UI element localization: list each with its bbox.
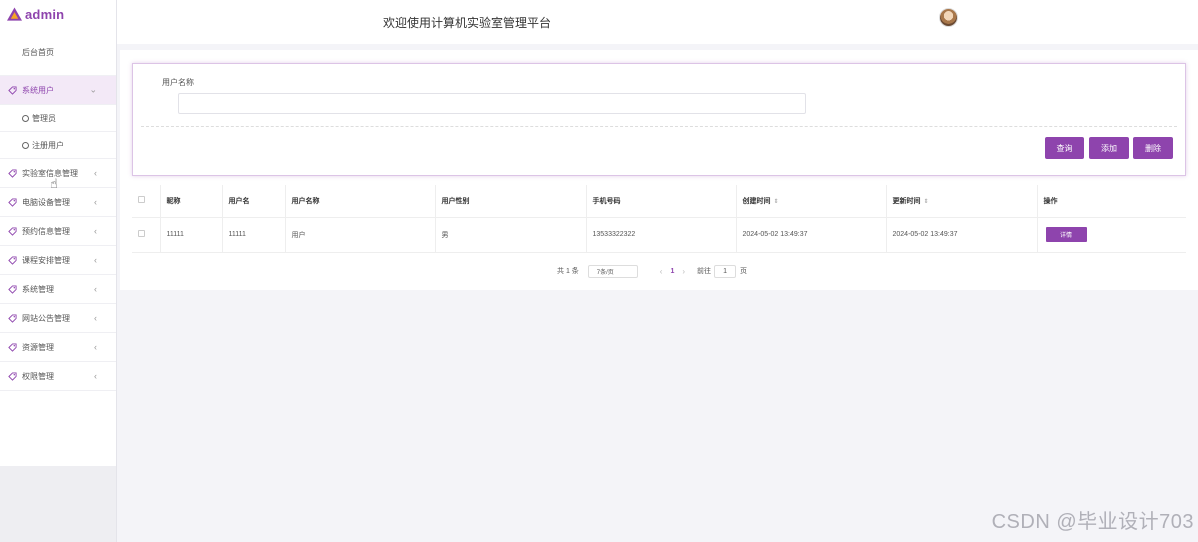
sidebar-group-reservations[interactable]: 预约信息管理 ‹ (0, 217, 116, 246)
delete-button[interactable]: 删除 (1133, 137, 1173, 159)
logo-text: admin (25, 6, 65, 22)
tag-icon (8, 85, 17, 95)
sidebar-group-system-management[interactable]: 系统管理 ‹ (0, 275, 116, 304)
column-header-updated[interactable]: 更新时间 ⇕ (886, 185, 1038, 218)
watermark: CSDN @毕业设计703 (991, 511, 1194, 533)
sort-icon[interactable]: ⇕ (774, 199, 779, 205)
select-all-cell[interactable] (132, 185, 161, 218)
row-checkbox[interactable] (138, 230, 145, 237)
sidebar-group-system-users[interactable]: 系统用户 ⌄ (0, 76, 116, 105)
check-circle-icon (22, 114, 29, 122)
top-header: 欢迎使用计算机实验室管理平台 (117, 0, 1198, 44)
column-header-action: 操作 (1037, 185, 1186, 218)
page-unit-label: 页 (740, 268, 748, 275)
sidebar-group-lab-info[interactable]: 实验室信息管理 ‹ (0, 159, 116, 188)
sidebar-group-course-schedule[interactable]: 课程安排管理 ‹ (0, 246, 116, 275)
username-search-input[interactable] (178, 93, 806, 114)
sidebar-group-label: 预约信息管理 (22, 226, 70, 236)
chevron-left-icon: ‹ (94, 371, 97, 381)
column-label: 更新时间 (892, 197, 921, 205)
sidebar-item-home[interactable]: 后台首页 (0, 30, 116, 76)
sidebar-group-label: 网站公告管理 (22, 313, 70, 323)
logo[interactable]: admin (0, 0, 116, 28)
add-button[interactable]: 添加 (1089, 137, 1129, 159)
detail-button[interactable]: 详情 (1045, 227, 1087, 242)
users-table: 昵称 用户名 用户名称 用户性别 手机号码 创建时间 ⇕ 更新时间 ⇕ 操作 111… (132, 185, 1186, 253)
cell-gender: 男 (435, 217, 587, 253)
cell-created: 2024-05-02 13:49:37 (736, 217, 887, 253)
search-panel: 用户名称 查询 添加 删除 (132, 63, 1186, 176)
sidebar-group-label: 系统管理 (22, 284, 54, 294)
sidebar-group-label: 系统用户 (22, 85, 54, 95)
sidebar: admin 后台首页 系统用户 ⌄ 管理员 注册用户 实验室信息管理 ‹ 电脑设… (0, 0, 117, 542)
tag-icon (8, 168, 17, 178)
column-header-gender: 用户性别 (435, 185, 587, 218)
main-content: 用户名称 查询 添加 删除 昵称 用户名 用户名称 用户性别 手机号码 创建时间… (120, 50, 1198, 290)
sidebar-group-computer-devices[interactable]: 电脑设备管理 ‹ (0, 188, 116, 217)
sidebar-group-label: 资源管理 (22, 342, 54, 352)
sidebar-group-permissions[interactable]: 权限管理 ‹ (0, 362, 116, 391)
chevron-left-icon: ‹ (94, 168, 97, 178)
chevron-down-icon: ⌄ (89, 84, 97, 95)
cell-nickname: 11111 (160, 217, 223, 253)
sidebar-group-label: 电脑设备管理 (22, 197, 70, 207)
chevron-left-icon: ‹ (94, 226, 97, 236)
cell-updated: 2024-05-02 13:49:37 (886, 217, 1038, 253)
tag-icon (8, 197, 17, 207)
column-header-nickname: 昵称 (160, 185, 223, 218)
tag-icon (8, 342, 17, 352)
tag-icon (8, 255, 17, 265)
tag-icon (8, 371, 17, 381)
chevron-left-icon: ‹ (94, 255, 97, 265)
chevron-right-icon[interactable]: › (682, 267, 685, 276)
sort-icon[interactable]: ⇕ (924, 199, 929, 205)
sidebar-item-registered-users[interactable]: 注册用户 (0, 132, 116, 159)
chevron-left-icon: ‹ (94, 197, 97, 207)
sidebar-group-resources[interactable]: 资源管理 ‹ (0, 333, 116, 362)
column-header-user-title: 用户名称 (285, 185, 436, 218)
avatar[interactable] (939, 8, 958, 27)
cell-phone: 13533322322 (586, 217, 737, 253)
divider (141, 126, 1177, 127)
column-header-username: 用户名 (222, 185, 286, 218)
page-size-select[interactable]: 7条/页 (587, 264, 638, 278)
logo-icon (7, 7, 22, 21)
cell-action: 详情 (1037, 217, 1186, 253)
tag-icon (8, 226, 17, 236)
column-label: 创建时间 (742, 197, 771, 205)
tag-icon (8, 284, 17, 294)
chevron-left-icon: ‹ (94, 284, 97, 294)
cell-username: 11111 (222, 217, 286, 253)
query-button[interactable]: 查询 (1045, 137, 1084, 159)
sidebar-item-label: 注册用户 (32, 140, 64, 150)
column-header-created[interactable]: 创建时间 ⇕ (736, 185, 887, 218)
check-circle-icon (22, 141, 29, 149)
hand-cursor-icon: ☝ (50, 176, 58, 191)
chevron-left-icon: ‹ (94, 342, 97, 352)
row-select-cell[interactable] (132, 217, 161, 253)
chevron-left-icon: ‹ (94, 313, 97, 323)
table-row: 11111 11111 用户 男 13533322322 2024-05-02 … (132, 217, 1186, 253)
sidebar-group-announcements[interactable]: 网站公告管理 ‹ (0, 304, 116, 333)
current-page[interactable]: 1 (670, 268, 674, 275)
sidebar-item-label: 管理员 (32, 113, 56, 123)
select-all-checkbox[interactable] (138, 196, 145, 204)
column-header-phone: 手机号码 (586, 185, 737, 218)
search-label: 用户名称 (162, 78, 194, 87)
sidebar-group-label: 课程安排管理 (22, 255, 70, 265)
page-title: 欢迎使用计算机实验室管理平台 (383, 16, 552, 30)
sidebar-group-label: 权限管理 (22, 371, 54, 381)
sidebar-item-admins[interactable]: 管理员 (0, 105, 116, 132)
sidebar-menu: admin 后台首页 系统用户 ⌄ 管理员 注册用户 实验室信息管理 ‹ 电脑设… (0, 0, 116, 466)
goto-label: 前往 (697, 268, 712, 275)
tag-icon (8, 313, 17, 323)
goto-page-input[interactable]: 1 (714, 264, 737, 278)
chevron-left-icon[interactable]: ‹ (660, 267, 663, 276)
total-count: 共 1 条 (557, 268, 579, 275)
cell-user-title: 用户 (285, 217, 436, 253)
table-header-row: 昵称 用户名 用户名称 用户性别 手机号码 创建时间 ⇕ 更新时间 ⇕ 操作 (132, 185, 1186, 218)
pagination: 共 1 条 7条/页 ‹ 1 › 前往 1 页 (557, 263, 747, 279)
